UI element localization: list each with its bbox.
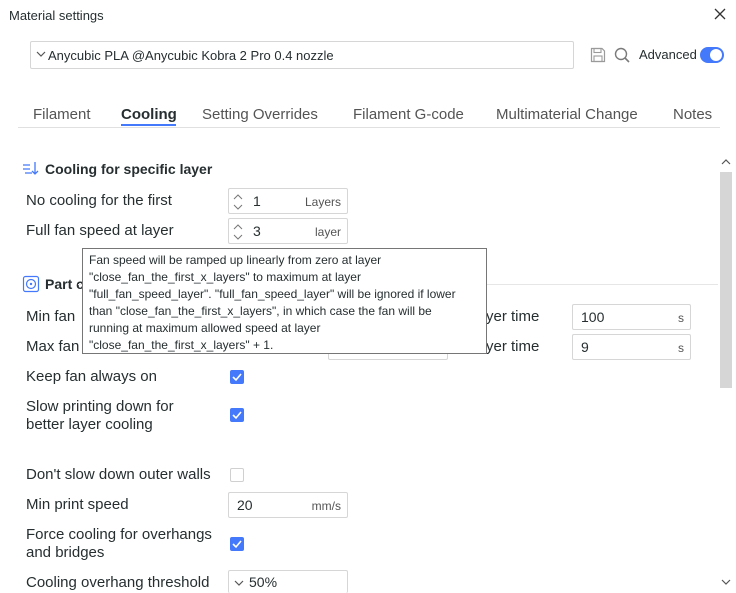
no-cooling-label: No cooling for the first [26,192,172,209]
min-fan-label: Min fan [26,308,76,325]
chevron-down-icon [36,51,46,57]
spinner-icon[interactable] [233,222,243,242]
max-layer-time-input[interactable]: 9 s [572,334,691,360]
tab-multimaterial-change[interactable]: Multimaterial Change [496,106,638,123]
overhang-threshold-value: 50% [249,574,278,590]
advanced-label: Advanced [639,47,697,62]
spinner-icon[interactable] [233,192,243,212]
no-cooling-unit: Layers [304,195,341,209]
max-layer-time-value: 9 [581,339,589,355]
max-layer-time-label: yer time [486,338,540,355]
full-fan-value: 3 [253,223,261,239]
min-layer-time-value: 100 [581,309,605,325]
outer-walls-checkbox[interactable] [230,468,244,482]
window-title: Material settings [9,8,104,23]
active-tab-indicator [121,124,176,126]
overhang-threshold-label: Cooling overhang threshold [26,574,210,591]
min-layer-time-label: yer time [486,308,540,325]
preset-name: Anycubic PLA @Anycubic Kobra 2 Pro 0.4 n… [48,48,334,63]
scroll-down-icon[interactable] [721,578,731,588]
min-layer-time-unit: s [678,311,684,325]
tooltip-line: "close_fan_the_first_x_layers" to maximu… [89,270,361,284]
no-cooling-value: 1 [253,193,261,209]
full-fan-unit: layer [314,225,341,239]
outer-walls-label: Don't slow down outer walls [26,466,211,483]
slow-down-label-2: better layer cooling [26,416,153,433]
force-cooling-label-1: Force cooling for overhangs [26,526,212,543]
scrollbar-thumb[interactable] [720,172,732,388]
tab-filament[interactable]: Filament [33,106,91,123]
scroll-up-icon[interactable] [721,158,731,168]
min-speed-label: Min print speed [26,496,129,513]
max-fan-label: Max fan [26,338,80,355]
force-cooling-checkbox[interactable] [230,537,244,551]
tab-bar-divider [18,127,720,128]
checkmark-icon [232,411,242,420]
min-layer-time-input[interactable]: 100 s [572,304,691,330]
advanced-toggle[interactable] [700,47,724,63]
no-cooling-input[interactable]: 1 Layers [228,188,348,214]
tab-setting-overrides[interactable]: Setting Overrides [202,106,318,123]
tooltip-line: running at maximum allowed speed at laye… [89,321,321,335]
slow-down-label-1: Slow printing down for [26,398,174,415]
section-title-cooling-layer: Cooling for specific layer [45,161,213,177]
checkmark-icon [232,373,242,382]
tab-filament-gcode[interactable]: Filament G-code [353,106,464,123]
tooltip-line: "close_fan_the_first_x_layers" + 1. [89,338,274,352]
min-speed-value: 20 [237,497,253,513]
keep-fan-checkbox[interactable] [230,370,244,384]
preset-dropdown[interactable]: Anycubic PLA @Anycubic Kobra 2 Pro 0.4 n… [30,41,574,69]
save-icon[interactable] [590,47,606,63]
tooltip-line: Fan speed will be ramped up linearly fro… [89,253,382,267]
close-icon[interactable] [710,4,730,24]
keep-fan-label: Keep fan always on [26,368,157,385]
tooltip-line: "full_fan_speed_layer". "full_fan_speed_… [89,287,456,301]
overhang-threshold-dropdown[interactable]: 50% [228,570,348,593]
tooltip-line: than "close_fan_the_first_x_layers", in … [89,304,432,318]
min-speed-input[interactable]: 20 mm/s [228,492,348,518]
cooling-layer-icon [23,162,39,175]
force-cooling-label-2: and bridges [26,544,105,561]
tab-notes[interactable]: Notes [673,106,712,123]
fan-icon [22,275,40,293]
checkmark-icon [232,540,242,549]
full-fan-input[interactable]: 3 layer [228,218,348,244]
max-layer-time-unit: s [678,341,684,355]
slow-down-checkbox[interactable] [230,408,244,422]
search-icon[interactable] [613,46,631,64]
min-speed-unit: mm/s [311,499,341,513]
tab-cooling[interactable]: Cooling [121,106,177,123]
full-fan-label: Full fan speed at layer [26,222,174,239]
tooltip: Fan speed will be ramped up linearly fro… [82,248,487,354]
chevron-down-icon [234,580,244,586]
